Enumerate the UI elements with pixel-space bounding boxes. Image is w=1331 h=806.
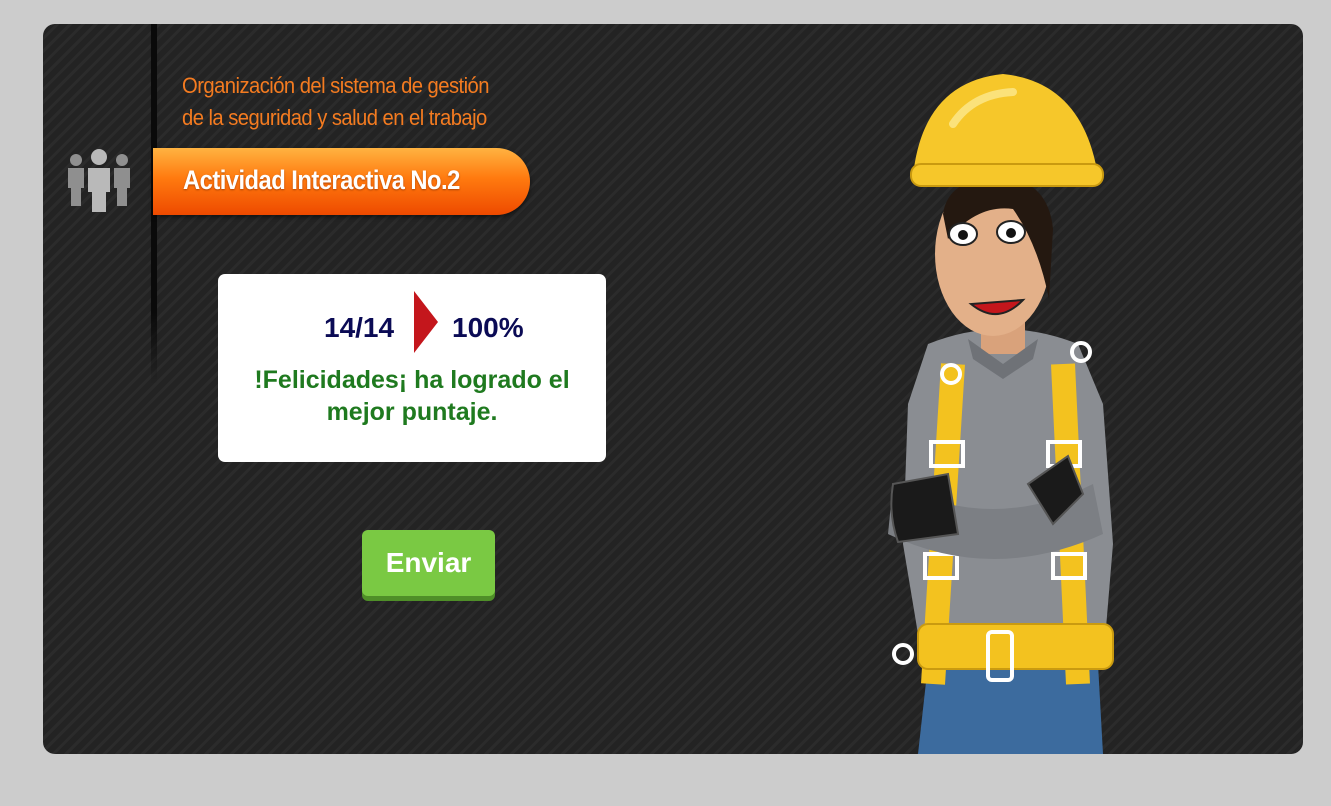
percent-text: 100% xyxy=(452,312,524,343)
course-title-line-2: de la seguridad y salud en el trabajo xyxy=(182,105,487,130)
send-button[interactable]: Enviar xyxy=(362,530,495,596)
construction-worker-illustration xyxy=(888,74,1114,754)
activity-banner-label: Actividad Interactiva No.2 xyxy=(183,165,460,195)
activity-banner: Actividad Interactiva No.2 xyxy=(153,148,530,215)
score-text: 14/14 xyxy=(324,312,395,343)
congratulations-message: !Felicidades¡ ha logrado el mejor puntaj… xyxy=(254,366,570,426)
arrow-right-icon xyxy=(414,291,438,353)
people-group-icon xyxy=(68,149,130,212)
course-title: Organización del sistema de gestión de l… xyxy=(182,70,550,134)
result-card: 14/14 100% !Felicidades¡ ha logrado el m… xyxy=(218,274,606,462)
course-title-line-1: Organización del sistema de gestión xyxy=(182,73,490,98)
activity-stage: Organización del sistema de gestión de l… xyxy=(43,24,1303,754)
